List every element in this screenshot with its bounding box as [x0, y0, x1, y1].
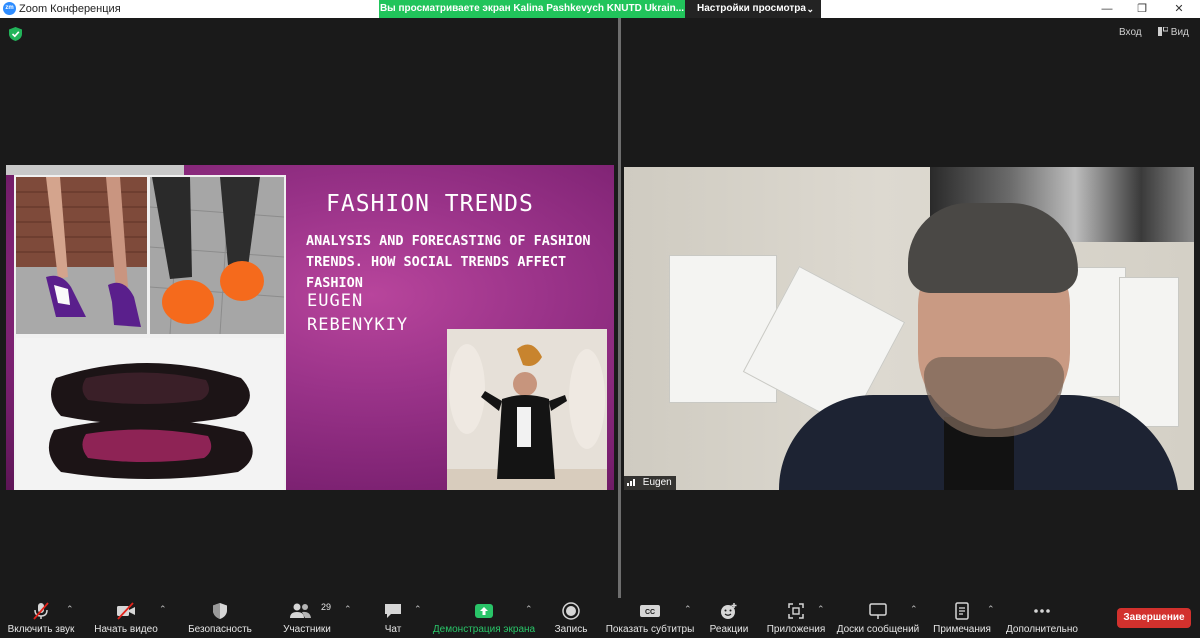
- apps-label: Приложения: [766, 624, 826, 635]
- participants-icon: [289, 603, 311, 618]
- record-label: Запись: [554, 624, 588, 635]
- signal-strength-icon: [627, 479, 635, 486]
- notes-label: Примечания: [933, 624, 991, 635]
- orange-shoes-photo: [150, 177, 284, 334]
- record-button[interactable]: Запись: [550, 598, 592, 638]
- start-video-button[interactable]: Начать видео: [90, 598, 162, 638]
- minimize-icon: —: [1101, 3, 1113, 15]
- split-view-divider[interactable]: [618, 18, 621, 598]
- wall-paper: [1119, 277, 1179, 427]
- reactions-label: Реакции: [709, 624, 749, 635]
- close-icon: ✕: [1174, 3, 1184, 15]
- more-dots-icon: [1034, 609, 1050, 613]
- more-button[interactable]: Дополнительно: [1004, 598, 1080, 638]
- participant-name-tag: Eugen: [624, 476, 676, 490]
- whiteboards-button[interactable]: Доски сообщений: [834, 598, 922, 638]
- notes-options-caret-icon[interactable]: ⌃: [987, 604, 995, 615]
- view-options-button[interactable]: Настройки просмотра ⌄: [685, 0, 821, 18]
- chat-label: Чат: [384, 624, 402, 635]
- slide-header-strip: [6, 165, 184, 175]
- zoom-logo-icon: zm: [3, 2, 16, 15]
- view-options-label: Настройки просмотра: [697, 3, 806, 14]
- whiteboards-label: Доски сообщений: [836, 624, 920, 635]
- captions-icon-text: CC: [645, 609, 655, 616]
- captions-options-caret-icon[interactable]: ⌃: [684, 604, 692, 615]
- title-bar: zm Zoom Конференция Вы просматриваете эк…: [0, 0, 1200, 18]
- share-screen-arrow-icon: [475, 604, 493, 618]
- shared-screen: FASHION TRENDS ANALYSIS AND FORECASTING …: [6, 165, 614, 490]
- view-grid-icon: [1158, 26, 1169, 36]
- apps-icon: [788, 603, 804, 619]
- participants-count: 29: [321, 602, 332, 612]
- view-button[interactable]: Вид: [1158, 26, 1189, 38]
- camera-off-icon: [117, 602, 135, 620]
- participants-options-caret-icon[interactable]: ⌃: [344, 604, 352, 615]
- more-label: Дополнительно: [1006, 624, 1078, 635]
- black-shoes-photo: [16, 338, 284, 490]
- minimize-button[interactable]: —: [1090, 0, 1124, 18]
- chat-button[interactable]: Чат: [374, 598, 412, 638]
- screen-share-banner: Вы просматриваете экран Kalina Pashkevyc…: [379, 0, 685, 18]
- notes-button[interactable]: Примечания: [930, 598, 994, 638]
- apps-options-caret-icon[interactable]: ⌃: [817, 604, 825, 615]
- microphone-muted-icon: [33, 602, 49, 620]
- unmute-label: Включить звук: [7, 624, 75, 635]
- slide-subtitle: ANALYSIS AND FORECASTING OF FASHION TREN…: [306, 233, 591, 291]
- closed-captions-icon: CC: [640, 605, 660, 617]
- reactions-smiley-icon: [721, 603, 737, 619]
- restore-icon: ❐: [1137, 3, 1147, 15]
- video-options-caret-icon[interactable]: ⌃: [159, 604, 167, 615]
- maximize-button[interactable]: ❐: [1125, 0, 1159, 18]
- share-options-caret-icon[interactable]: ⌃: [525, 604, 533, 615]
- whiteboards-options-caret-icon[interactable]: ⌃: [910, 604, 918, 615]
- start-video-label: Начать видео: [94, 624, 158, 635]
- notes-icon: [955, 602, 969, 620]
- security-button[interactable]: Безопасность: [184, 598, 256, 638]
- window-title: Zoom Конференция: [19, 3, 121, 15]
- participant-name: Eugen: [642, 477, 672, 488]
- share-screen-label: Демонстрация экрана: [432, 624, 536, 635]
- chat-options-caret-icon[interactable]: ⌃: [414, 604, 422, 615]
- zoom-window: zm Zoom Конференция Вы просматриваете эк…: [0, 0, 1200, 638]
- chat-bubble-icon: [385, 604, 401, 618]
- meeting-toolbar: Включить звук ⌃ Начать видео ⌃ Безопасно…: [0, 598, 1200, 638]
- enter-fullscreen-button[interactable]: Вход: [1119, 27, 1142, 38]
- participants-label: Участники: [283, 624, 331, 635]
- record-icon: [562, 602, 580, 620]
- designer-photo: [447, 329, 607, 490]
- show-captions-label: Показать субтитры: [605, 624, 695, 635]
- share-screen-button[interactable]: Демонстрация экрана: [432, 598, 536, 638]
- whiteboard-icon: [869, 603, 887, 619]
- end-meeting-button[interactable]: Завершение: [1117, 608, 1191, 628]
- audio-options-caret-icon[interactable]: ⌃: [66, 604, 74, 615]
- slide-title: FASHION TRENDS: [326, 191, 534, 217]
- show-captions-button[interactable]: CC Показать субтитры: [604, 598, 696, 638]
- reactions-button[interactable]: Реакции: [706, 598, 752, 638]
- purple-heels-photo: [16, 177, 147, 334]
- encryption-shield-icon[interactable]: [9, 27, 22, 41]
- security-shield-icon: [213, 603, 227, 619]
- chevron-down-icon: ⌄: [806, 4, 814, 14]
- close-button[interactable]: ✕: [1162, 0, 1196, 18]
- slide-author: EUGEN REBENYKIY: [307, 291, 409, 335]
- shoe-photo-collage: [14, 175, 286, 490]
- security-label: Безопасность: [188, 624, 252, 635]
- view-label: Вид: [1170, 27, 1189, 38]
- participants-button[interactable]: 29 Участники: [276, 598, 338, 638]
- participant-video[interactable]: [624, 167, 1194, 490]
